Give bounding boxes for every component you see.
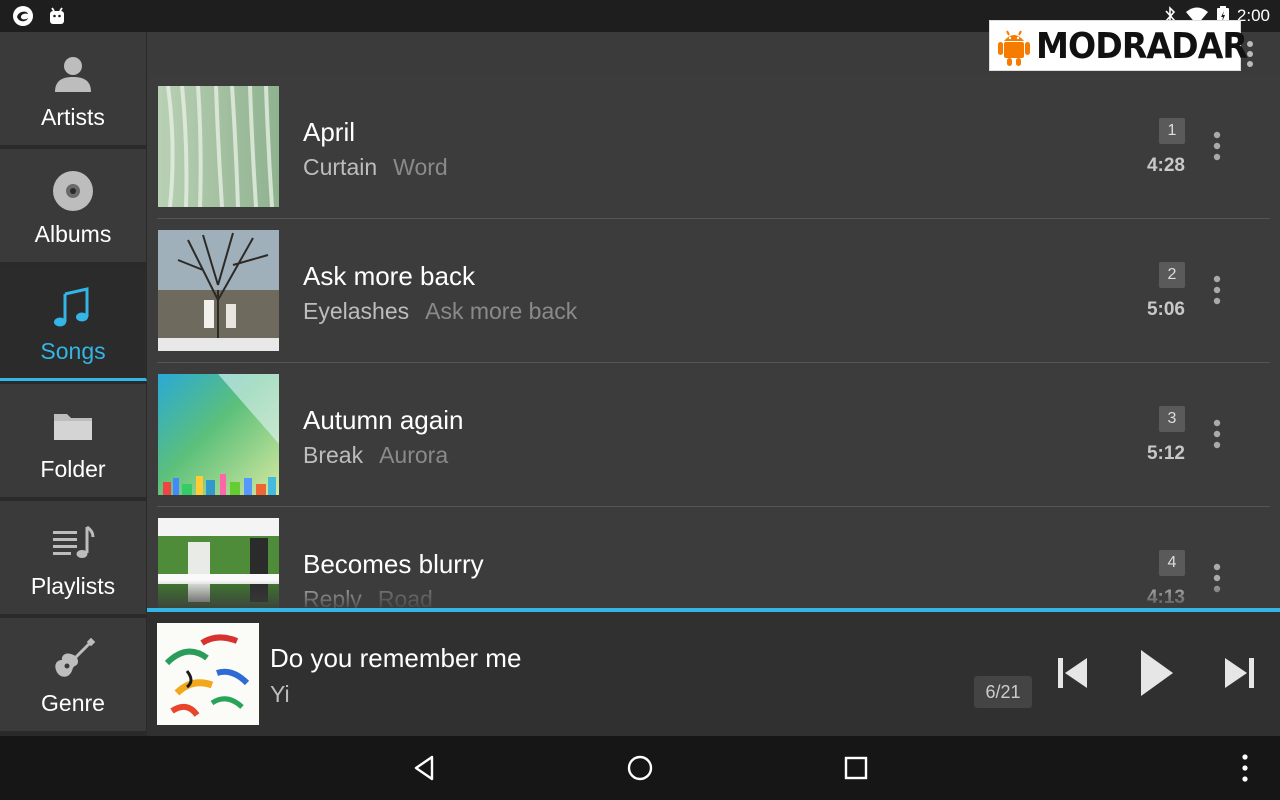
sidebar-item-folder[interactable]: Folder [0, 384, 147, 499]
guitar-icon [55, 637, 96, 677]
back-icon[interactable] [408, 752, 440, 784]
now-playing-cover [157, 623, 259, 725]
song-artist: Curtain [303, 154, 378, 180]
overflow-menu-icon[interactable] [1246, 40, 1254, 68]
android-robot-icon [998, 30, 1030, 66]
queue-position-badge: 6/21 [974, 676, 1032, 708]
song-subtitle: Reply Road [303, 586, 433, 608]
song-title: Autumn again [303, 405, 464, 435]
song-row[interactable]: Becomes blurry Reply Road 4 4:13 [147, 507, 1280, 608]
song-title: Becomes blurry [303, 549, 484, 579]
song-album: Road [377, 586, 433, 608]
song-row[interactable]: April Curtain Word 1 4:28 [147, 75, 1280, 219]
now-playing-bar[interactable]: Do you remember me Yi 6/21 [147, 612, 1280, 736]
track-number-badge: 2 [1159, 262, 1185, 288]
song-album: Word [393, 154, 448, 180]
song-duration: 4:28 [1146, 155, 1185, 176]
song-list[interactable]: April Curtain Word 1 4:28 Ask more back E… [147, 75, 1280, 608]
library-sidebar: Artists Albums Songs Folder Playlists Ge… [0, 32, 147, 736]
menu-icon[interactable] [1229, 752, 1261, 784]
previous-track-icon[interactable] [1057, 656, 1089, 690]
song-duration: 4:13 [1146, 587, 1185, 608]
now-playing-artist: Yi [270, 681, 290, 707]
song-row[interactable]: Autumn again Break Aurora 3 5:12 [147, 363, 1280, 507]
sidebar-item-label: Genre [41, 690, 105, 716]
sidebar-item-label: Folder [40, 456, 106, 482]
song-menu-icon[interactable] [1213, 275, 1221, 305]
sidebar-item-genre[interactable]: Genre [0, 618, 147, 733]
song-duration: 5:12 [1146, 443, 1185, 464]
album-cover [158, 374, 279, 495]
album-cover [158, 86, 279, 207]
song-subtitle: Break Aurora [303, 442, 448, 469]
clock: 2:00 [1236, 6, 1270, 25]
sidebar-item-playlists[interactable]: Playlists [0, 501, 147, 616]
person-icon [55, 57, 91, 92]
song-row[interactable]: Ask more back Eyelashes Ask more back 2 5… [147, 219, 1280, 363]
sidebar-item-label: Artists [41, 104, 105, 130]
song-album: Ask more back [425, 298, 578, 324]
album-cover [158, 518, 279, 608]
sidebar-item-label: Albums [34, 221, 112, 247]
song-album: Aurora [379, 442, 449, 468]
music-note-icon [54, 287, 89, 327]
sidebar-item-artists[interactable]: Artists [0, 32, 147, 147]
song-artist: Reply [303, 586, 362, 608]
folder-icon [54, 414, 92, 440]
watermark-text: MODRADAR [1036, 26, 1248, 67]
watermark-logo: MODRADAR [989, 20, 1248, 71]
next-track-icon[interactable] [1223, 656, 1255, 690]
song-menu-icon[interactable] [1213, 131, 1221, 161]
system-nav-bar [0, 736, 1280, 800]
song-title: April [303, 117, 356, 147]
track-number-badge: 3 [1159, 406, 1185, 432]
sidebar-item-albums[interactable]: Albums [0, 149, 147, 264]
now-playing-title: Do you remember me [270, 643, 522, 673]
sidebar-item-songs[interactable]: Songs [0, 266, 147, 381]
track-number-badge: 4 [1159, 550, 1185, 576]
disc-icon [53, 171, 93, 211]
song-subtitle: Eyelashes Ask more back [303, 298, 577, 325]
track-number-badge: 1 [1159, 118, 1185, 144]
song-duration: 5:06 [1146, 299, 1185, 320]
play-icon[interactable] [1139, 648, 1175, 698]
song-title: Ask more back [303, 261, 475, 291]
home-icon[interactable] [624, 752, 656, 784]
swirl-notification-icon [13, 6, 33, 26]
album-cover [158, 230, 279, 351]
song-artist: Eyelashes [303, 298, 410, 324]
song-menu-icon[interactable] [1213, 419, 1221, 449]
song-artist: Break [303, 442, 364, 468]
song-subtitle: Curtain Word [303, 154, 448, 181]
recents-icon[interactable] [840, 752, 872, 784]
song-menu-icon[interactable] [1213, 563, 1221, 593]
sidebar-item-label: Songs [40, 338, 106, 364]
playlist-icon [53, 525, 95, 558]
sidebar-item-label: Playlists [30, 573, 116, 599]
android-notification-icon [50, 7, 64, 24]
